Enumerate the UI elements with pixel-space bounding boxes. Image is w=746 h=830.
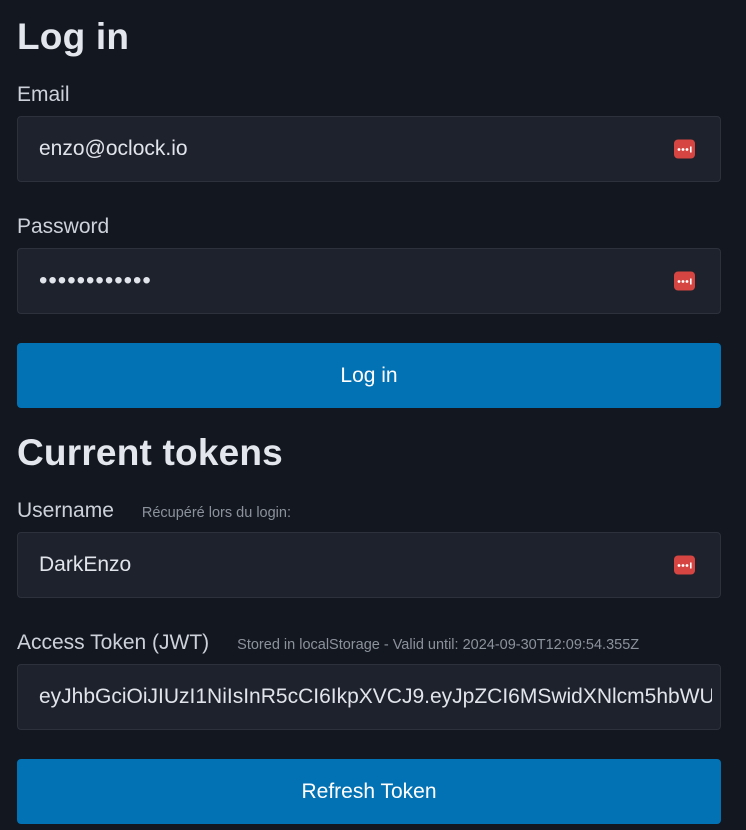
password-manager-icon[interactable]: [674, 271, 695, 291]
password-manager-icon[interactable]: [674, 139, 695, 159]
access-token-field[interactable]: eyJhbGciOiJIUzI1NiIsInR5cCI6IkpXVCJ9.eyJ…: [17, 664, 721, 730]
email-label-row: Email: [17, 82, 721, 108]
email-field[interactable]: enzo@oclock.io: [17, 116, 721, 182]
access-token-value: eyJhbGciOiJIUzI1NiIsInR5cCI6IkpXVCJ9.eyJ…: [39, 685, 712, 708]
password-label: Password: [17, 215, 110, 238]
access-token-group: Access Token (JWT) Stored in localStorag…: [17, 630, 721, 730]
password-label-row: Password: [17, 214, 721, 240]
login-button[interactable]: Log in: [17, 343, 721, 408]
access-token-label: Access Token (JWT): [17, 631, 210, 654]
current-tokens-title: Current tokens: [17, 432, 283, 473]
password-value: ••••••••••••: [39, 267, 152, 294]
password-group: Password ••••••••••••: [17, 214, 721, 314]
username-field[interactable]: DarkEnzo: [17, 532, 721, 598]
username-hint: Récupéré lors du login:: [141, 505, 291, 521]
email-value: enzo@oclock.io: [39, 137, 188, 160]
username-group: Username Récupéré lors du login: DarkEnz…: [17, 498, 721, 598]
access-token-hint: Stored in localStorage - Valid until: 20…: [237, 637, 640, 653]
email-group: Email enzo@oclock.io: [17, 82, 721, 182]
username-label-row: Username Récupéré lors du login:: [17, 498, 721, 524]
username-label: Username: [17, 499, 114, 522]
username-value: DarkEnzo: [39, 553, 132, 576]
access-token-label-row: Access Token (JWT) Stored in localStorag…: [17, 630, 721, 656]
login-title: Log in: [17, 16, 130, 57]
page: Log in Email enzo@oclock.io Password •••…: [0, 0, 746, 830]
email-label: Email: [17, 83, 70, 106]
refresh-token-button[interactable]: Refresh Token: [17, 759, 721, 824]
password-field[interactable]: ••••••••••••: [17, 248, 721, 314]
password-manager-icon[interactable]: [674, 555, 695, 575]
